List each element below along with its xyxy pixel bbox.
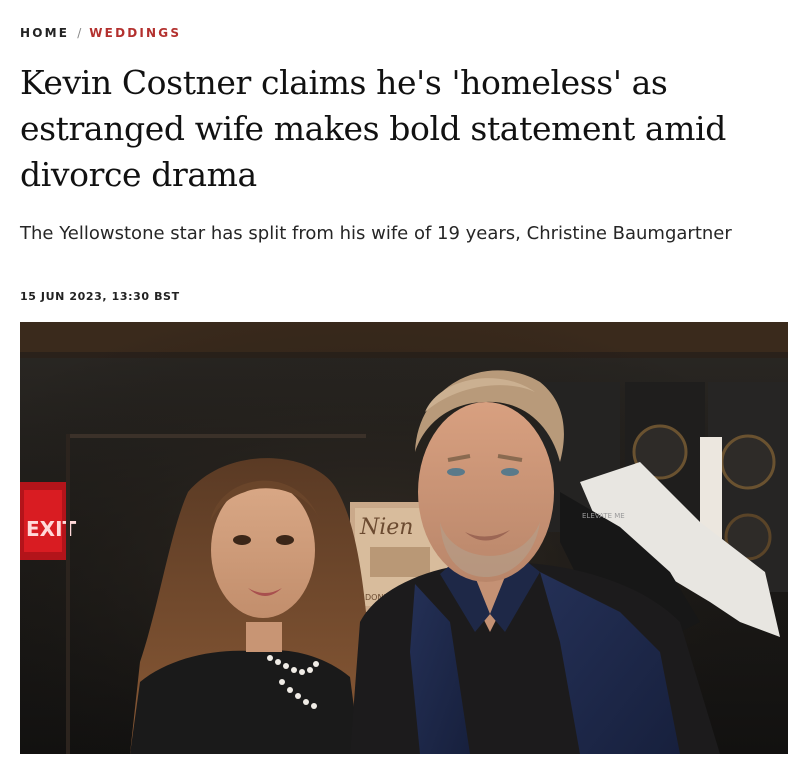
breadcrumb-weddings-link[interactable]: WEDDINGS [89,25,181,41]
svg-text:ELEVATE ME: ELEVATE ME [582,512,625,520]
hero-photo-illustration: EXIT Nien DONNAY ELEVATE ME [20,322,788,754]
article-standfirst: The Yellowstone star has split from his … [20,223,732,244]
article-headline: Kevin Costner claims he's 'homeless' as … [20,63,726,194]
breadcrumb-separator: / [77,26,82,40]
breadcrumb: HOME / WEDDINGS [20,25,181,41]
article-dateline: 15 JUN 2023, 13:30 BST [20,290,180,303]
breadcrumb-home-link[interactable]: HOME [20,25,69,41]
hero-image: EXIT Nien DONNAY ELEVATE ME [20,322,788,754]
svg-text:Nien: Nien [359,515,413,540]
